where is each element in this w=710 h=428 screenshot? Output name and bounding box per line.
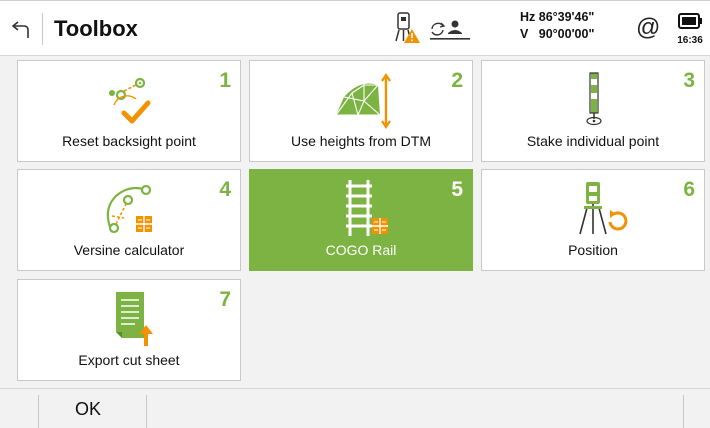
backsight-icon [109,77,151,124]
tile-stake-point[interactable]: 3 Stake individual point [481,60,705,162]
hz-angle: Hz 86°39'46" [520,10,595,24]
stake-pole-icon [586,72,602,126]
tile-label: Position [568,242,618,258]
tile-cogo-rail[interactable]: 5 COGO Rail [249,169,473,271]
softkey-divider [683,395,684,428]
v-angle: V 90°00'00" [520,27,595,41]
export-sheet-icon [116,292,153,346]
ok-button[interactable]: OK [38,389,146,428]
tile-versine-calculator[interactable]: 4 Versine calculator [17,169,241,271]
tile-label: Reset backsight point [62,133,196,149]
angle-readout: Hz 86°39'46" V 90°00'00" [520,9,594,43]
rail-icon [346,180,388,236]
title-bar: Toolbox Hz 86°39'46" V 90°00'00" @ 16:36 [0,0,710,56]
tile-label: Versine calculator [73,242,185,258]
tile-export-cut-sheet[interactable]: 7 Export cut sheet [17,279,241,381]
instrument-warning-icon[interactable] [392,11,422,45]
dtm-icon [335,73,391,129]
back-arrow-icon[interactable] [10,18,32,40]
tile-number: 6 [683,178,695,201]
tile-position[interactable]: 6 Position [481,169,705,271]
tile-label: Export cut sheet [78,352,180,368]
battery-status[interactable]: 16:36 [675,10,705,52]
position-icon [579,182,628,235]
softkey-divider [146,395,147,428]
tile-label: COGO Rail [325,242,397,258]
softkey-bar: OK [0,388,710,428]
tile-number: 3 [683,69,695,92]
tile-number: 2 [451,69,463,92]
tile-number: 7 [219,288,231,311]
battery-icon [678,13,702,29]
tile-number: 5 [451,178,463,201]
tile-use-heights-dtm[interactable]: 2 Use heights from DTM [249,60,473,162]
tile-label: Use heights from DTM [290,133,432,149]
tile-number: 4 [219,178,231,201]
prism-target-icon[interactable] [428,17,472,43]
clock: 16:36 [677,35,703,46]
versine-icon [106,184,152,234]
header-divider [42,13,43,45]
page-title: Toolbox [54,16,138,41]
tile-reset-backsight[interactable]: 1 Reset backsight point [17,60,241,162]
tile-number: 1 [219,69,231,92]
at-icon[interactable]: @ [636,14,660,42]
tile-label: Stake individual point [526,133,660,149]
